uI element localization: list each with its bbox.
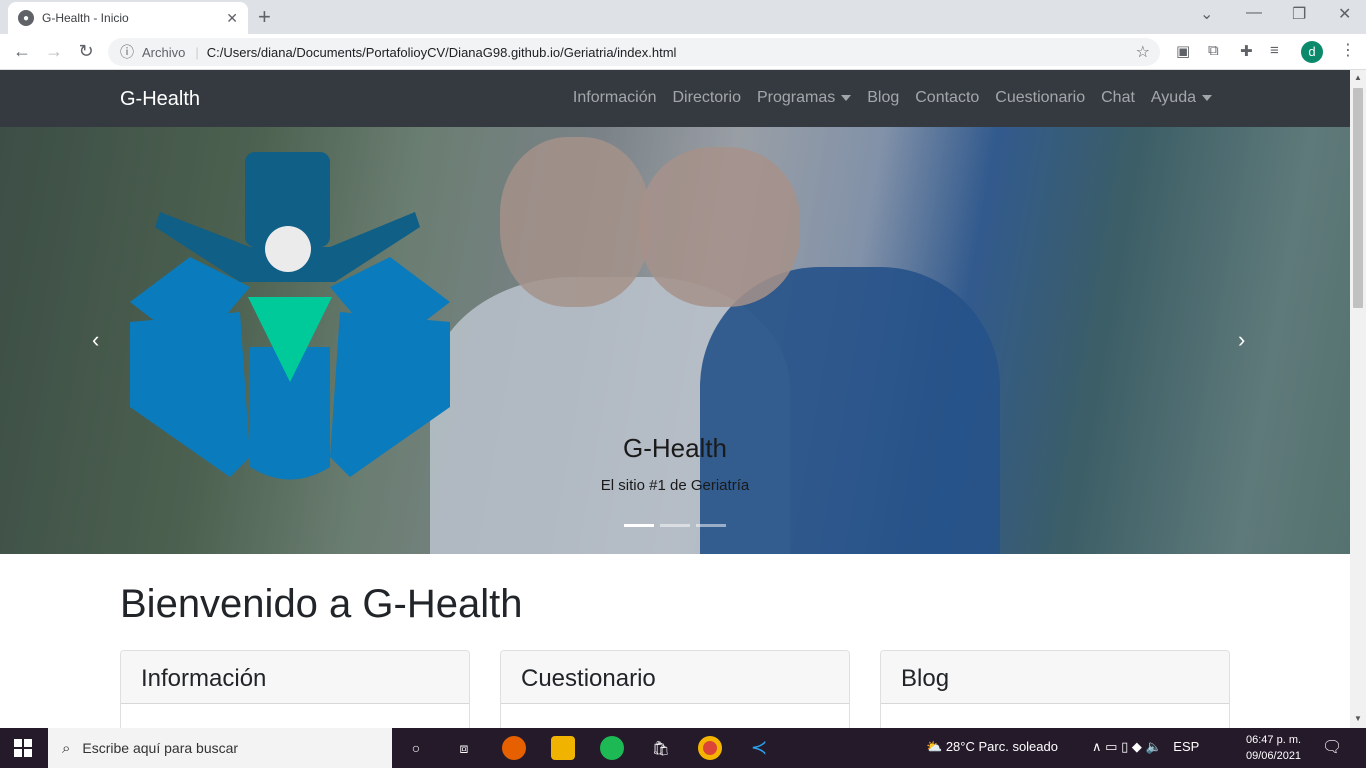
- search-icon: ⌕: [62, 739, 71, 757]
- security-icon[interactable]: ◆: [1132, 739, 1142, 754]
- chevron-down-icon: [841, 94, 852, 101]
- navbar-links: Información Directorio Programas Blog Co…: [565, 89, 1220, 107]
- carousel-indicator-1[interactable]: [624, 524, 654, 527]
- nav-link-informacion[interactable]: Información: [565, 89, 665, 107]
- clock-time: 06:47 p. m.: [1246, 734, 1302, 746]
- battery-icon[interactable]: ▭: [1105, 739, 1117, 754]
- card-header: Cuestionario: [501, 651, 849, 704]
- spotify-icon[interactable]: [600, 736, 624, 760]
- nav-link-ayuda-label: Ayuda: [1150, 89, 1196, 106]
- notifications-icon[interactable]: 🗨: [1322, 737, 1342, 757]
- new-tab-button[interactable]: +: [258, 4, 271, 30]
- weather-icon: ⛅: [926, 739, 943, 754]
- restore-button[interactable]: ❐: [1292, 4, 1306, 24]
- nav-link-programas-label: Programas: [756, 89, 836, 106]
- store-icon[interactable]: 🛍: [649, 736, 673, 760]
- card-cuestionario: Cuestionario: [500, 650, 850, 728]
- navbar-brand[interactable]: G-Health: [120, 88, 200, 111]
- nav-link-contacto[interactable]: Contacto: [907, 89, 987, 107]
- windows-taskbar: ⌕ Escribe aquí para buscar ○ ⧈ 🛍 ≺ ⛅ 28°…: [0, 728, 1366, 768]
- welcome-heading: Bienvenido a G-Health: [120, 582, 523, 626]
- cast-icon[interactable]: ⧉: [1208, 42, 1219, 59]
- carousel-prev-icon[interactable]: ‹: [92, 327, 99, 353]
- address-url[interactable]: C:/Users/diana/Documents/PortafolioyCV/D…: [207, 45, 677, 60]
- taskbar-search[interactable]: ⌕ Escribe aquí para buscar: [48, 728, 392, 768]
- address-separator: |: [195, 44, 199, 60]
- taskbar-search-placeholder: Escribe aquí para buscar: [82, 740, 239, 756]
- card-header: Blog: [881, 651, 1229, 704]
- page-scrollbar[interactable]: ▲ ▼: [1350, 70, 1366, 728]
- reading-list-icon[interactable]: ≡: [1270, 42, 1279, 59]
- chrome-icon[interactable]: [698, 736, 722, 760]
- chevron-down-icon: [1202, 94, 1212, 101]
- extension-icon[interactable]: ▣: [1176, 42, 1190, 60]
- close-tab-icon[interactable]: ✕: [226, 10, 238, 27]
- card-informacion: Información: [120, 650, 470, 728]
- network-icon[interactable]: ▯: [1121, 739, 1128, 754]
- nav-link-directorio[interactable]: Directorio: [665, 89, 749, 107]
- firefox-icon[interactable]: [502, 736, 526, 760]
- browser-toolbar: ← → ↻ ⓘ Archivo | C:/Users/diana/Documen…: [0, 34, 1366, 70]
- chevron-up-icon[interactable]: ∧: [1092, 739, 1102, 754]
- card-header: Información: [121, 651, 469, 704]
- nav-link-chat[interactable]: Chat: [1093, 89, 1143, 107]
- cortana-icon[interactable]: ○: [404, 736, 428, 760]
- weather-temp: 28°C: [945, 739, 975, 754]
- clock-date: 09/06/2021: [1246, 750, 1302, 762]
- bookmark-star-icon[interactable]: ☆: [1136, 42, 1150, 62]
- taskbar-clock[interactable]: 06:47 p. m. 09/06/2021: [1246, 732, 1301, 764]
- forward-button[interactable]: →: [38, 41, 70, 62]
- carousel-next-icon[interactable]: ›: [1238, 327, 1245, 353]
- carousel-indicator-2[interactable]: [660, 524, 690, 527]
- scroll-down-arrow-icon[interactable]: ▼: [1354, 714, 1362, 723]
- globe-icon: ●: [18, 10, 34, 26]
- menu-kebab-icon[interactable]: ⋮: [1340, 40, 1356, 60]
- browser-tab[interactable]: ● G-Health - Inicio ✕: [8, 2, 248, 34]
- scrollbar-thumb[interactable]: [1353, 88, 1363, 308]
- task-view-icon[interactable]: ⧈: [452, 736, 476, 760]
- weather-desc: Parc. soleado: [978, 739, 1058, 754]
- reload-button[interactable]: ↻: [70, 41, 102, 62]
- close-window-button[interactable]: ✕: [1338, 4, 1351, 24]
- carousel-caption-text: El sitio #1 de Geriatría: [600, 477, 750, 494]
- carousel-caption-title: G-Health: [622, 433, 728, 463]
- nav-link-programas[interactable]: Programas: [749, 89, 859, 107]
- scroll-up-arrow-icon[interactable]: ▲: [1354, 73, 1362, 82]
- volume-icon[interactable]: 🔈: [1145, 739, 1161, 754]
- carousel-indicators: [0, 524, 1350, 527]
- tab-title: G-Health - Inicio: [42, 11, 129, 25]
- card-blog: Blog: [880, 650, 1230, 728]
- address-bar[interactable]: ⓘ Archivo | C:/Users/diana/Documents/Por…: [108, 38, 1160, 66]
- windows-start-icon[interactable]: [14, 739, 32, 757]
- nav-link-ayuda[interactable]: Ayuda: [1143, 89, 1220, 107]
- vscode-icon[interactable]: ≺: [747, 736, 771, 760]
- language-indicator[interactable]: ESP: [1173, 739, 1199, 754]
- tab-search-icon[interactable]: ⌄: [1200, 4, 1213, 24]
- site-navbar: G-Health Información Directorio Programa…: [0, 70, 1350, 127]
- nav-link-blog[interactable]: Blog: [859, 89, 907, 107]
- back-button[interactable]: ←: [6, 41, 38, 62]
- nav-link-cuestionario[interactable]: Cuestionario: [987, 89, 1093, 107]
- hero-carousel: ‹ › G-Health El sitio #1 de Geriatría: [0, 127, 1350, 554]
- browser-tabstrip: ● G-Health - Inicio ✕ + ⌄ — ❐ ✕: [0, 0, 1366, 34]
- weather-widget[interactable]: ⛅ 28°C Parc. soleado: [926, 739, 1058, 755]
- puzzle-icon[interactable]: ✚: [1240, 42, 1253, 60]
- address-security-label: Archivo: [142, 44, 186, 60]
- carousel-indicator-3[interactable]: [696, 524, 726, 527]
- system-tray[interactable]: ∧ ▭ ▯ ◆ 🔈 ESP: [1092, 739, 1199, 755]
- page-viewport: G-Health Información Directorio Programa…: [0, 70, 1350, 728]
- file-explorer-icon[interactable]: [551, 736, 575, 760]
- profile-avatar[interactable]: d: [1301, 41, 1323, 63]
- feature-cards: Información Cuestionario Blog: [120, 650, 1230, 728]
- info-icon[interactable]: ⓘ: [120, 42, 134, 62]
- minimize-button[interactable]: —: [1246, 4, 1262, 22]
